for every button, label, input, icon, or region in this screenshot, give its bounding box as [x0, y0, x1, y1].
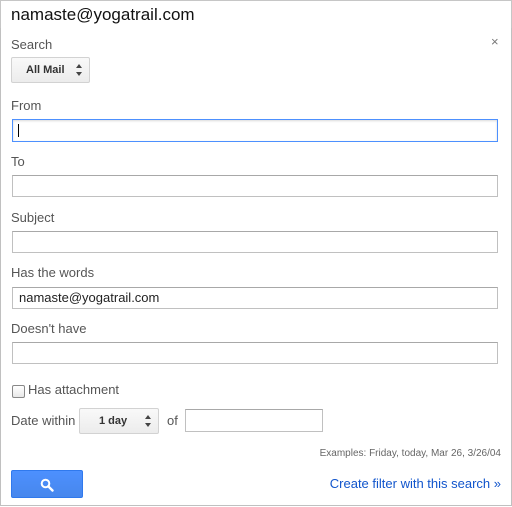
has-words-field[interactable]: namaste@yogatrail.com [12, 287, 498, 309]
date-within-select[interactable]: 1 day [79, 408, 159, 434]
doesnt-have-field[interactable] [12, 342, 498, 364]
has-words-label: Has the words [11, 265, 95, 280]
doesnt-have-label: Doesn't have [11, 321, 87, 336]
subject-label: Subject [11, 210, 55, 225]
search-scope-value: All Mail [26, 64, 65, 76]
date-field[interactable] [185, 409, 323, 432]
search-button[interactable] [11, 470, 83, 498]
create-filter-link[interactable]: Create filter with this search » [330, 476, 501, 491]
search-query: namaste@yogatrail.com [11, 5, 195, 24]
select-arrows-icon [76, 64, 82, 76]
to-label: To [11, 154, 25, 169]
of-label: of [167, 413, 178, 428]
close-icon[interactable]: × [491, 34, 499, 49]
has-attachment-label: Has attachment [28, 382, 120, 397]
to-field[interactable] [12, 175, 498, 197]
from-label: From [11, 98, 42, 113]
from-field[interactable] [12, 119, 498, 142]
date-within-value: 1 day [99, 415, 128, 427]
subject-field[interactable] [12, 231, 498, 253]
date-within-label: Date within [11, 413, 76, 428]
date-examples-hint: Examples: Friday, today, Mar 26, 3/26/04 [319, 448, 501, 459]
text-caret [18, 124, 19, 137]
select-arrows-icon [145, 415, 151, 427]
has-attachment-checkbox[interactable] [12, 385, 25, 398]
search-icon [40, 478, 54, 492]
search-scope-select[interactable]: All Mail [11, 57, 90, 83]
search-label: Search [11, 37, 53, 52]
search-bar[interactable]: namaste@yogatrail.com [0, 0, 512, 29]
has-words-value: namaste@yogatrail.com [19, 290, 160, 305]
advanced-search-panel: Search × All Mail From To Subject Has th… [0, 28, 512, 506]
